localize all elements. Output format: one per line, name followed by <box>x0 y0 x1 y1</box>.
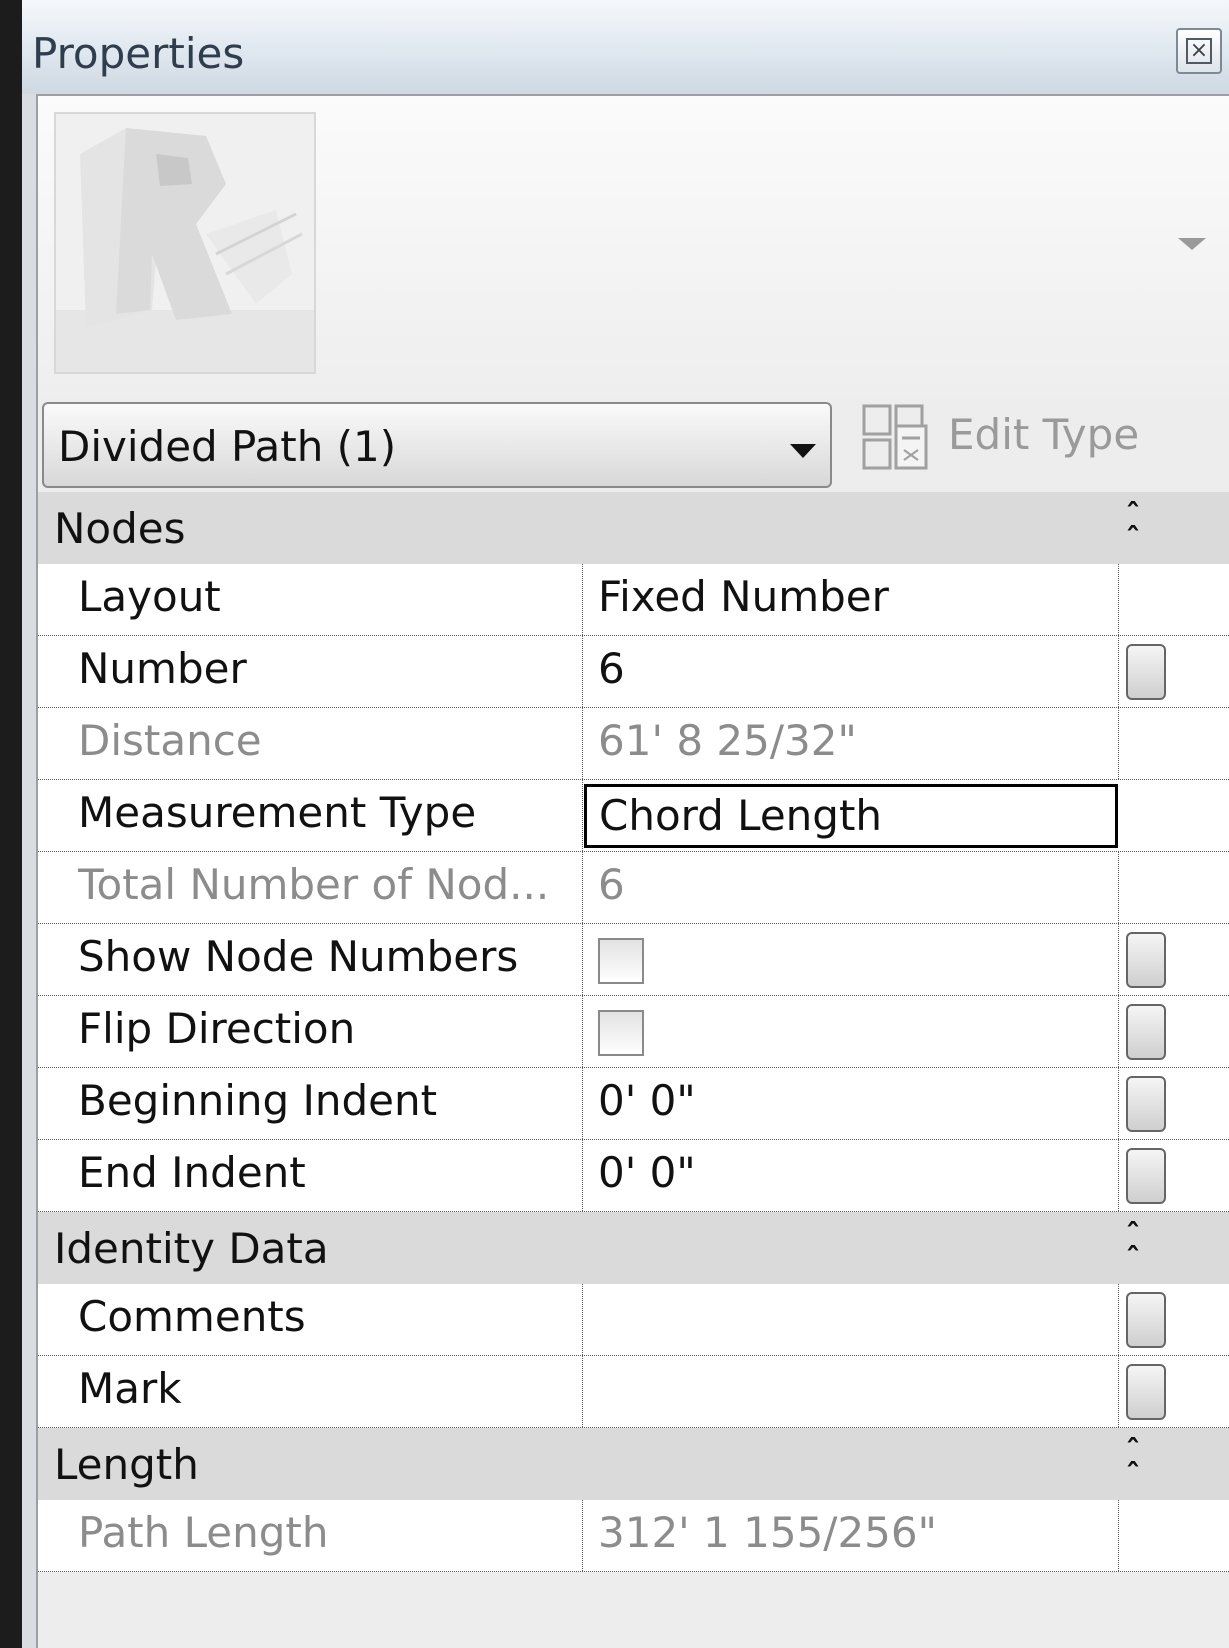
associate-parameter-button[interactable] <box>1126 1292 1166 1348</box>
property-value[interactable]: 0' 0" <box>598 1068 1119 1139</box>
property-name: Show Node Numbers <box>78 924 583 995</box>
property-value[interactable]: 6 <box>598 636 1119 707</box>
property-row-distance: Distance 61' 8 25/32" <box>38 708 1229 780</box>
property-value: 312' 1 155/256" <box>598 1500 1119 1571</box>
associate-parameter-button[interactable] <box>1126 1004 1166 1060</box>
property-name: Measurement Type <box>78 780 583 851</box>
property-name: Number <box>78 636 583 707</box>
property-row-path-length: Path Length 312' 1 155/256" <box>38 1500 1229 1572</box>
property-row-measurement-type[interactable]: Measurement Type Chord Length <box>38 780 1229 852</box>
group-title: Length <box>54 1440 199 1489</box>
property-row-mark[interactable]: Mark <box>38 1356 1229 1428</box>
property-value[interactable]: Fixed Number <box>598 564 1119 635</box>
property-name: Path Length <box>78 1500 583 1571</box>
collapse-icon[interactable]: ˆˆ <box>1120 1437 1146 1491</box>
property-name: Layout <box>78 564 583 635</box>
property-value[interactable]: 0' 0" <box>598 1140 1119 1211</box>
edit-type-label: Edit Type <box>948 410 1140 459</box>
revit-r-logo <box>54 112 316 374</box>
group-header-length[interactable]: Length ˆ ˆ <box>38 1428 1229 1500</box>
property-name: Total Number of Nod... <box>78 852 583 923</box>
type-selector-label: Divided Path (1) <box>58 422 397 471</box>
property-value <box>598 996 1119 1067</box>
property-row-comments[interactable]: Comments <box>38 1284 1229 1356</box>
close-icon: × <box>1186 38 1212 64</box>
group-title: Identity Data <box>54 1224 329 1273</box>
group-header-identity-data[interactable]: Identity Data ˆ ˆ <box>38 1212 1229 1284</box>
property-value[interactable] <box>598 1356 1119 1427</box>
property-value-field-active[interactable]: Chord Length <box>584 784 1118 848</box>
property-row-show-node-numbers[interactable]: Show Node Numbers <box>38 924 1229 996</box>
property-name: Comments <box>78 1284 583 1355</box>
associate-parameter-button[interactable] <box>1126 644 1166 700</box>
associate-parameter-button[interactable] <box>1126 1364 1166 1420</box>
associate-parameter-button[interactable] <box>1126 1148 1166 1204</box>
collapse-icon[interactable]: ˆˆ <box>1120 1221 1146 1275</box>
type-selector-dropdown[interactable]: Divided Path (1) <box>42 402 832 488</box>
palette-content: Divided Path (1) Edit Type Nodes ˆ ˆ Layout… <box>36 94 1229 1648</box>
group-title: Nodes <box>54 504 186 553</box>
property-name: Distance <box>78 708 583 779</box>
property-value: 6 <box>598 852 1119 923</box>
edit-type-icon <box>862 404 928 470</box>
chevron-down-icon[interactable] <box>1178 238 1206 250</box>
property-name: Beginning Indent <box>78 1068 583 1139</box>
close-button[interactable]: × <box>1176 28 1222 74</box>
property-row-number[interactable]: Number 6 <box>38 636 1229 708</box>
property-row-end-indent[interactable]: End Indent 0' 0" <box>38 1140 1229 1212</box>
property-name: End Indent <box>78 1140 583 1211</box>
type-preview-area[interactable] <box>38 96 1229 398</box>
properties-palette: Properties × Divided Path (1) Edit Type … <box>22 0 1229 1648</box>
checkbox[interactable] <box>598 1010 644 1056</box>
edit-type-button[interactable]: Edit Type <box>860 396 1160 482</box>
property-value: 61' 8 25/32" <box>598 708 1119 779</box>
palette-title: Properties <box>32 29 245 78</box>
chevron-down-icon <box>790 444 816 458</box>
property-name: Flip Direction <box>78 996 583 1067</box>
properties-grid: Nodes ˆ ˆ Layout Fixed Number Number 6 Distance… <box>38 492 1229 1572</box>
property-row-total-number-of-nod: Total Number of Nod... 6 <box>38 852 1229 924</box>
property-value <box>598 924 1119 995</box>
palette-title-bar[interactable]: Properties × <box>22 0 1229 94</box>
property-value[interactable] <box>598 1284 1119 1355</box>
property-row-beginning-indent[interactable]: Beginning Indent 0' 0" <box>38 1068 1229 1140</box>
associate-parameter-button[interactable] <box>1126 932 1166 988</box>
group-header-nodes[interactable]: Nodes ˆ ˆ <box>38 492 1229 564</box>
collapse-icon[interactable]: ˆˆ <box>1120 501 1146 555</box>
property-row-flip-direction[interactable]: Flip Direction <box>38 996 1229 1068</box>
checkbox[interactable] <box>598 938 644 984</box>
property-name: Mark <box>78 1356 583 1427</box>
associate-parameter-button[interactable] <box>1126 1076 1166 1132</box>
property-row-layout[interactable]: Layout Fixed Number <box>38 564 1229 636</box>
